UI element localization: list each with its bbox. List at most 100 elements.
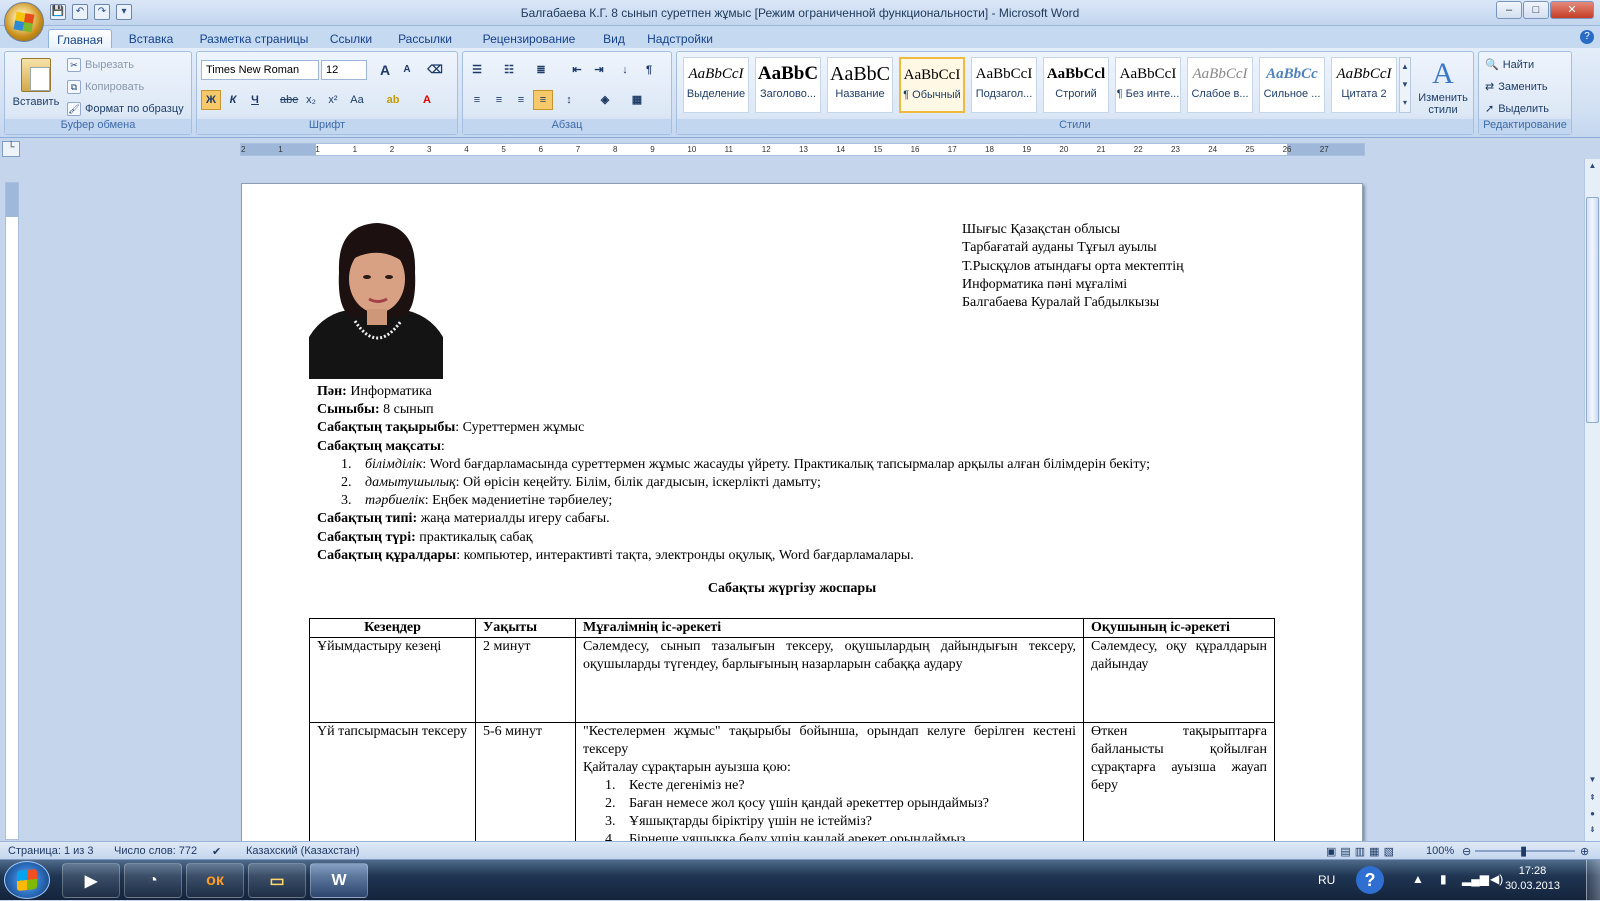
- battery-icon[interactable]: ▮: [1440, 872, 1447, 886]
- style-item[interactable]: AaBbC Заголово...: [755, 57, 821, 113]
- paste-button[interactable]: Вставить: [9, 58, 63, 108]
- style-item[interactable]: AaBbCcI Выделение: [683, 57, 749, 113]
- find-button[interactable]: 🔍 Найти: [1485, 58, 1534, 72]
- help-tray-icon[interactable]: ?: [1356, 866, 1384, 894]
- copy-button[interactable]: ⧉ Копировать: [67, 80, 144, 94]
- tab-mailings[interactable]: Рассылки: [388, 29, 462, 48]
- word-taskbar-icon[interactable]: W: [310, 863, 368, 898]
- font-size-combo[interactable]: 12: [321, 60, 367, 80]
- office-button[interactable]: [4, 2, 44, 42]
- volume-icon[interactable]: ◀): [1490, 872, 1503, 886]
- network-icon[interactable]: ▂▄▆: [1462, 872, 1489, 886]
- decrease-indent-icon[interactable]: ⇤: [567, 60, 587, 80]
- table-row: Ұйымдастыру кезеңі 2 минут Сәлемдесу, сы…: [309, 637, 1275, 723]
- align-center-icon[interactable]: ≡: [489, 90, 509, 110]
- taskbar-clock[interactable]: 17:28 30.03.2013: [1505, 864, 1560, 894]
- styles-scroll-icon[interactable]: ▲ ▼ ▾: [1399, 57, 1411, 113]
- style-item[interactable]: AaBbCcI Подзагол...: [971, 57, 1037, 113]
- tab-review[interactable]: Рецензирование: [470, 29, 588, 48]
- odnoklassniki-icon[interactable]: ок: [186, 863, 244, 898]
- page-count[interactable]: Страница: 1 из 3: [8, 845, 94, 857]
- zoom-out-icon[interactable]: ⊖: [1462, 845, 1471, 858]
- align-left-icon[interactable]: ≡: [467, 90, 487, 110]
- scroll-up-icon[interactable]: ▲: [1586, 161, 1599, 175]
- zoom-in-icon[interactable]: ⊕: [1580, 845, 1589, 858]
- style-item[interactable]: AaBbC Название: [827, 57, 893, 113]
- start-button[interactable]: [4, 861, 50, 899]
- grow-font-button[interactable]: A: [375, 60, 395, 80]
- style-name: Подзагол...: [975, 88, 1033, 100]
- previous-page-icon[interactable]: ⇞: [1586, 793, 1599, 807]
- pilcrow-icon[interactable]: ¶: [639, 60, 659, 80]
- format-painter-button[interactable]: 🖌 Формат по образцу: [67, 102, 184, 116]
- tab-view[interactable]: Вид: [594, 29, 634, 48]
- select-button[interactable]: ➚ Выделить: [1485, 102, 1549, 116]
- language-indicator[interactable]: Казахский (Казахстан): [246, 845, 359, 857]
- tab-home[interactable]: Главная: [48, 29, 112, 48]
- vertical-ruler[interactable]: [5, 182, 19, 840]
- horizontal-ruler[interactable]: 2 1 1 1 2 3 4 5 6 7 8 9 10 11 12 13 14 15 16 17 18 19 20 21 22 23…: [240, 143, 1365, 156]
- zoom-level[interactable]: 100%: [1426, 845, 1454, 857]
- replace-icon: ⇄: [1485, 81, 1495, 93]
- show-desktop-button[interactable]: [1586, 860, 1600, 901]
- style-item[interactable]: AaBbCcl Строгий: [1043, 57, 1109, 113]
- explorer-folder-icon[interactable]: ▭: [248, 863, 306, 898]
- style-item[interactable]: AaBbCcI ¶ Без инте...: [1115, 57, 1181, 113]
- list-number: 3.: [341, 493, 352, 509]
- font-name-combo[interactable]: Times New Roman: [201, 60, 319, 80]
- document-page[interactable]: Шығыс Қазақстан облысы Тарбағатай ауданы…: [241, 183, 1363, 841]
- vertical-scrollbar[interactable]: ▲ ▼ ⇞ ● ⇟: [1584, 159, 1600, 841]
- highlight-icon[interactable]: ab: [383, 90, 403, 110]
- clock-time: 17:28: [1518, 865, 1547, 877]
- style-item[interactable]: AaBbCcI Слабое в...: [1187, 57, 1253, 113]
- underline-button[interactable]: Ч: [245, 90, 265, 110]
- next-page-icon[interactable]: ⇟: [1586, 825, 1599, 839]
- italic-button[interactable]: К: [223, 90, 243, 110]
- style-item[interactable]: AaBbCcI Цитата 2: [1331, 57, 1397, 113]
- zoom-thumb-icon[interactable]: ▮: [1520, 843, 1527, 859]
- style-item[interactable]: AaBbCc Сильное ...: [1259, 57, 1325, 113]
- font-color-icon[interactable]: A: [417, 90, 437, 110]
- change-styles-button[interactable]: A Изменить стили: [1415, 56, 1471, 116]
- style-preview: AaBbCcI: [975, 66, 1033, 82]
- minimize-button[interactable]: –: [1496, 1, 1522, 19]
- tab-addins[interactable]: Надстройки: [640, 29, 720, 48]
- superscript-button[interactable]: x²: [323, 90, 343, 110]
- media-player-icon[interactable]: ▶: [62, 863, 120, 898]
- view-buttons-icon[interactable]: ▣▤▥▦▧: [1326, 845, 1398, 858]
- clear-format-icon[interactable]: ⌫: [425, 60, 445, 80]
- browser-icon[interactable]: ◔: [124, 863, 182, 898]
- scroll-down-icon[interactable]: ▼: [1586, 775, 1599, 789]
- show-hidden-icons[interactable]: ▲: [1412, 872, 1424, 886]
- word-count[interactable]: Число слов: 772: [114, 845, 197, 857]
- replace-button[interactable]: ⇄ Заменить: [1485, 80, 1548, 94]
- justify-icon[interactable]: ≡: [533, 90, 553, 110]
- input-language[interactable]: RU: [1318, 873, 1335, 887]
- bullets-icon[interactable]: ☰: [467, 60, 487, 80]
- scroll-thumb[interactable]: [1586, 197, 1599, 423]
- numbering-icon[interactable]: ☷: [499, 60, 519, 80]
- cut-button[interactable]: ✂ Вырезать: [67, 58, 134, 72]
- line-spacing-icon[interactable]: ↕: [559, 90, 579, 110]
- spelling-check-icon[interactable]: ✔: [212, 845, 221, 858]
- multilevel-list-icon[interactable]: ≣: [531, 60, 551, 80]
- tab-insert[interactable]: Вставка: [118, 29, 184, 48]
- maximize-button[interactable]: □: [1523, 1, 1549, 19]
- shrink-font-button[interactable]: A: [397, 60, 417, 80]
- increase-indent-icon[interactable]: ⇥: [589, 60, 609, 80]
- style-item[interactable]: AaBbCcI ¶ Обычный: [899, 57, 965, 113]
- change-case-button[interactable]: Aa: [347, 90, 367, 110]
- help-icon[interactable]: ?: [1580, 30, 1594, 44]
- browse-object-icon[interactable]: ●: [1586, 809, 1599, 823]
- tab-selector[interactable]: └: [2, 141, 20, 157]
- strikethrough-button[interactable]: abe: [279, 90, 299, 110]
- borders-icon[interactable]: ▦: [627, 90, 647, 110]
- sort-icon[interactable]: ↓: [615, 60, 635, 80]
- align-right-icon[interactable]: ≡: [511, 90, 531, 110]
- tab-page-layout[interactable]: Разметка страницы: [190, 29, 318, 48]
- tab-references[interactable]: Ссылки: [322, 29, 380, 48]
- subscript-button[interactable]: x₂: [301, 90, 321, 110]
- close-button[interactable]: ✕: [1550, 1, 1594, 19]
- bold-button[interactable]: Ж: [201, 90, 221, 110]
- shading-icon[interactable]: ◈: [595, 90, 615, 110]
